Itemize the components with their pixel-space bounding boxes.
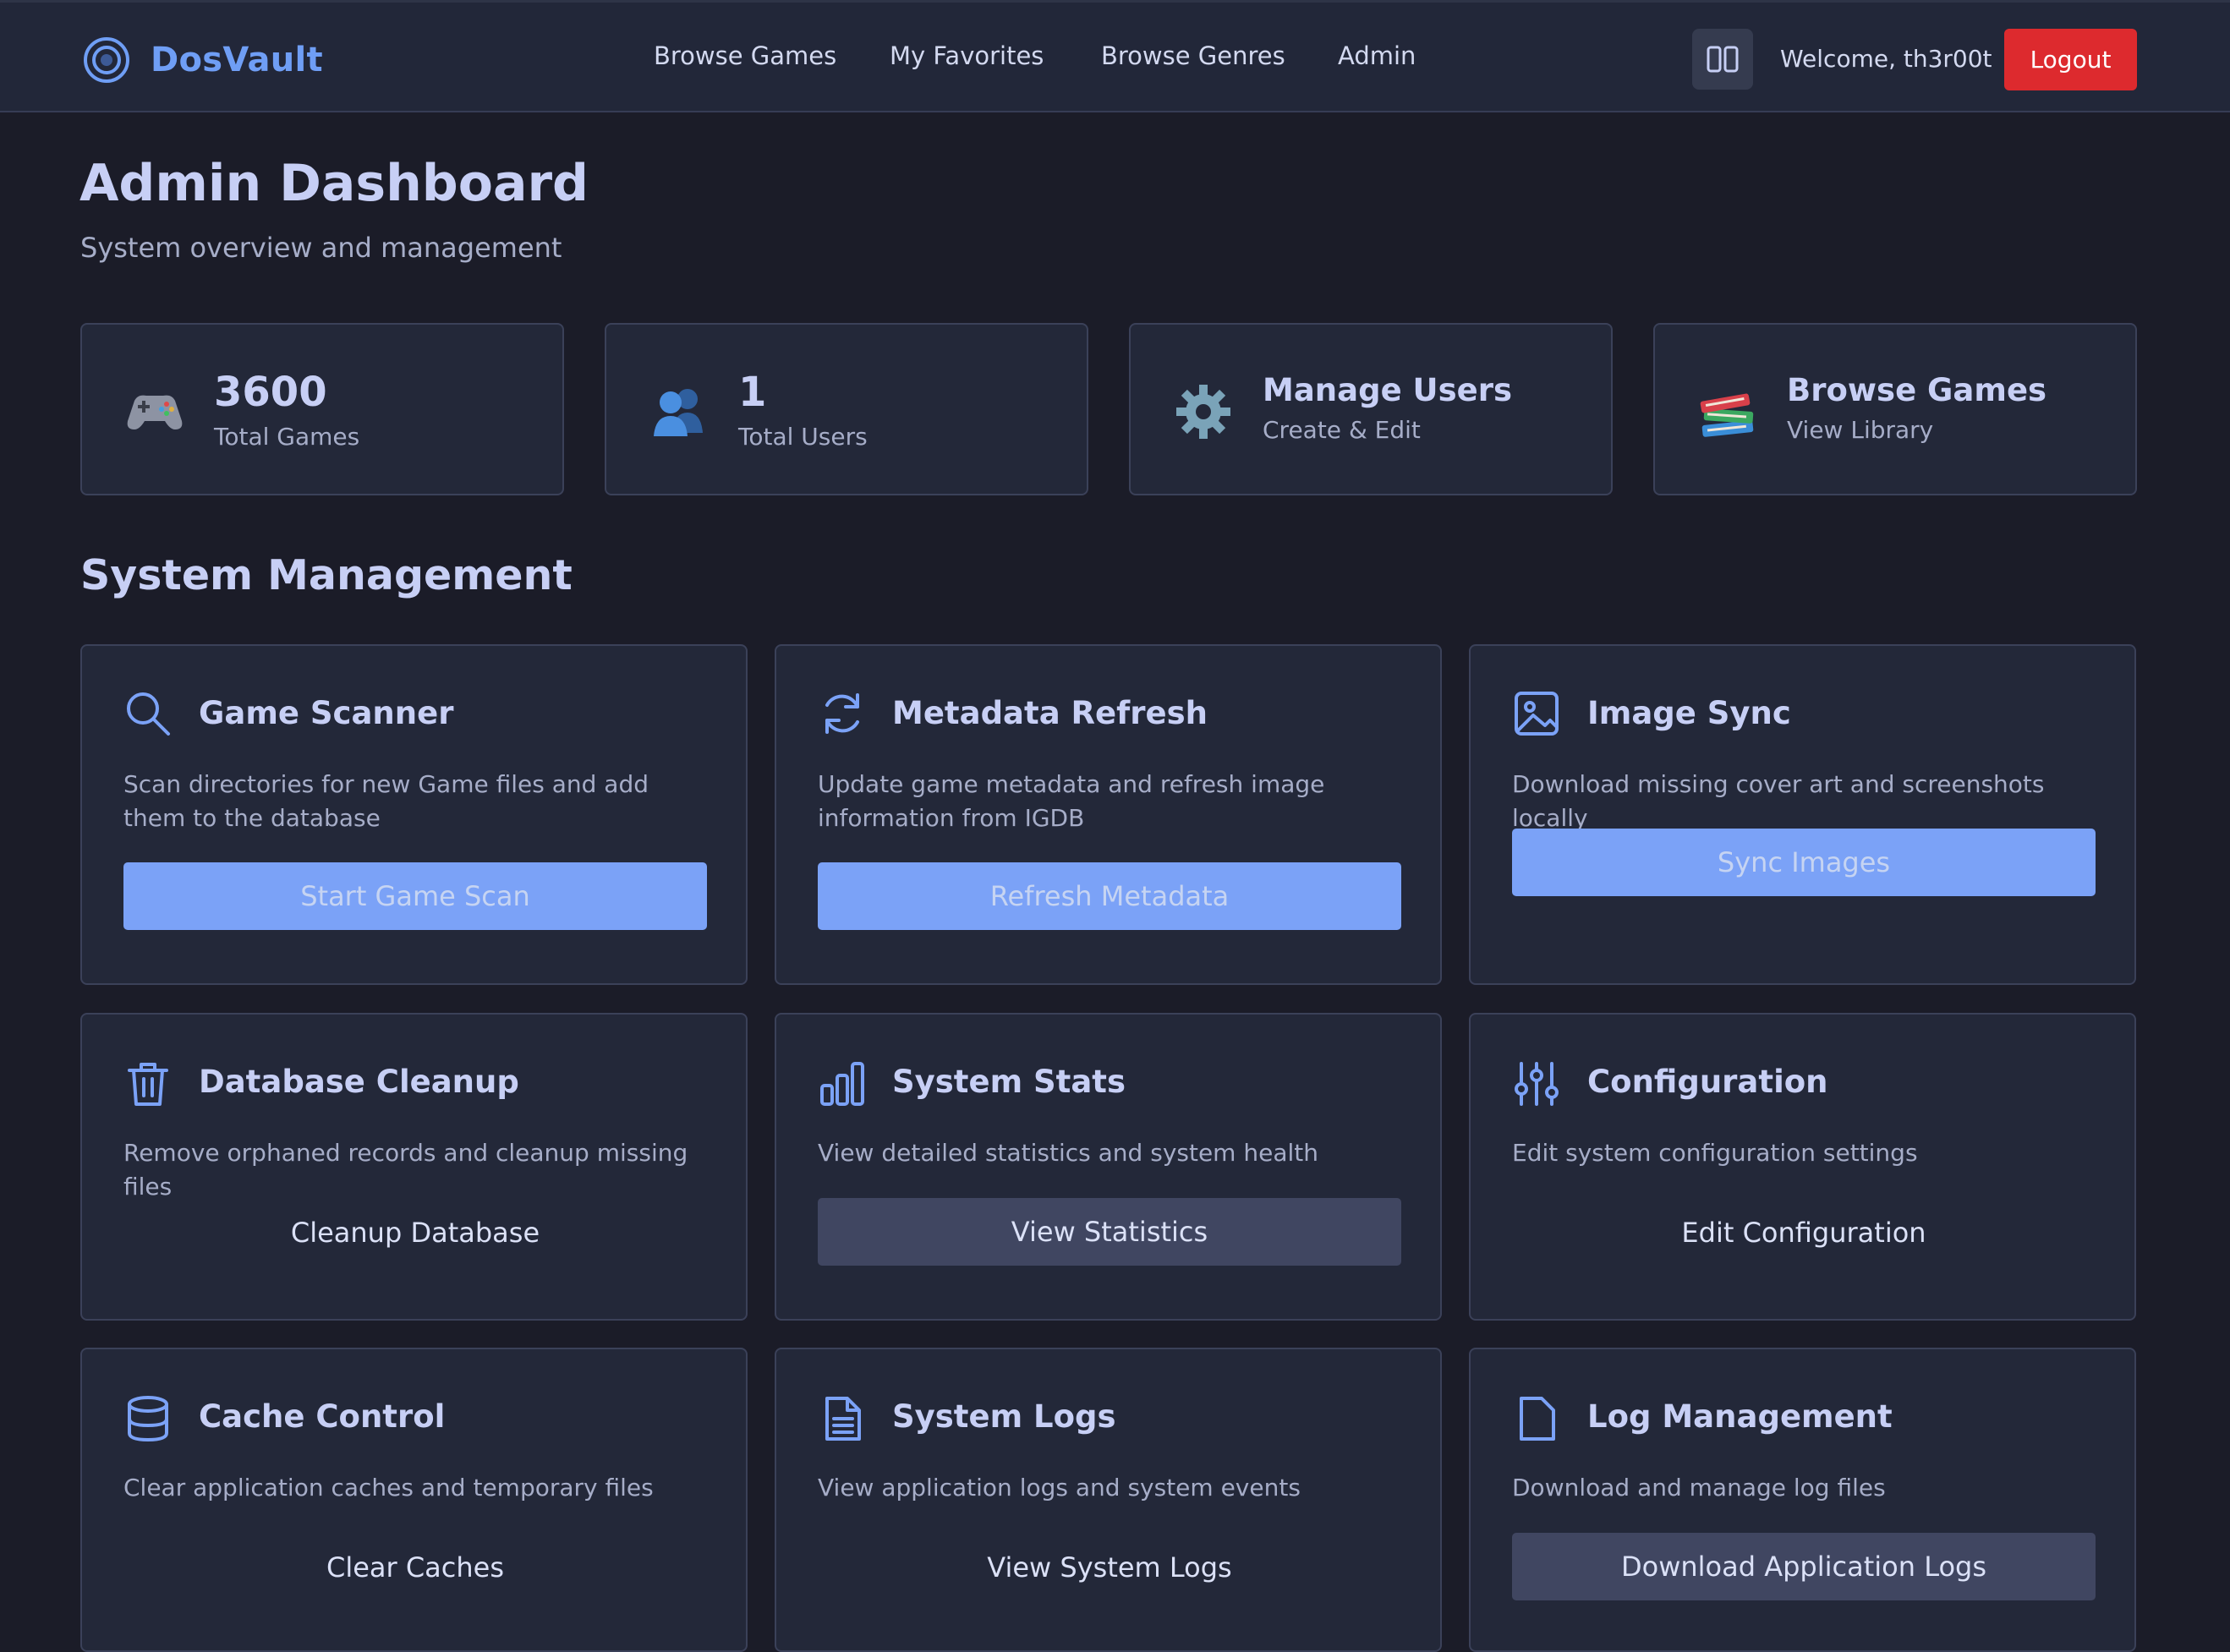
document-icon (825, 1397, 861, 1441)
refresh-metadata-button[interactable]: Refresh Metadata (818, 862, 1401, 930)
users-icon (654, 389, 703, 436)
card-title: Image Sync (1587, 695, 1791, 731)
logo-icon (84, 37, 129, 83)
card-description: View detailed statistics and system heal… (818, 1139, 1318, 1167)
theme-toggle-button[interactable] (1692, 29, 1753, 90)
download-application-logs-button[interactable]: Download Application Logs (1512, 1533, 2096, 1600)
card-title: Database Cleanup (199, 1064, 519, 1100)
card-title: System Logs (892, 1398, 1116, 1435)
stat-title: Browse Games (1787, 372, 2047, 408)
card-description: Edit system configuration settings (1512, 1139, 1918, 1167)
stat-card-browse-games[interactable]: Browse Games View Library (1653, 323, 2137, 495)
logout-button[interactable]: Logout (2004, 29, 2137, 90)
card-description: Clear application caches and temporary f… (123, 1474, 654, 1502)
bar-chart-icon (820, 1062, 864, 1106)
cleanup-database-button[interactable]: Cleanup Database (123, 1199, 707, 1266)
image-icon (1515, 692, 1559, 736)
gamepad-icon (127, 395, 183, 429)
nav-browse-games[interactable]: Browse Games (654, 41, 836, 70)
gear-icon (1176, 385, 1230, 439)
nav-admin[interactable]: Admin (1338, 41, 1416, 70)
view-system-logs-button[interactable]: View System Logs (818, 1534, 1401, 1601)
card-title: Cache Control (199, 1398, 446, 1435)
stat-card-total-users: 1 Total Users (605, 323, 1088, 495)
page-subtitle: System overview and management (80, 232, 562, 264)
card-system-logs: System Logs View application logs and sy… (775, 1348, 1442, 1652)
card-description: Download missing cover art and screensho… (1512, 770, 2045, 832)
card-description: Download and manage log files (1512, 1474, 1886, 1502)
card-configuration: Configuration Edit system configuration … (1469, 1013, 2136, 1321)
stat-value: 3600 (214, 369, 327, 416)
card-title: Log Management (1587, 1398, 1893, 1435)
start-game-scan-button[interactable]: Start Game Scan (123, 862, 707, 930)
clear-caches-button[interactable]: Clear Caches (123, 1534, 707, 1601)
columns-icon (1707, 46, 1739, 73)
card-database-cleanup: Database Cleanup Remove orphaned records… (80, 1013, 748, 1321)
stat-label: Total Games (214, 423, 360, 451)
top-navbar: DosVault Browse Games My Favorites Brows… (0, 0, 2230, 112)
refresh-icon (825, 693, 859, 734)
view-statistics-button[interactable]: View Statistics (818, 1198, 1401, 1266)
search-icon (127, 692, 170, 736)
welcome-text: Welcome, th3r00t (1780, 45, 1992, 73)
card-description: Remove orphaned records and cleanup miss… (123, 1139, 688, 1201)
card-title: Game Scanner (199, 695, 454, 731)
card-log-management: Log Management Download and manage log f… (1469, 1348, 2136, 1652)
file-icon (1520, 1397, 1555, 1441)
nav-browse-genres[interactable]: Browse Genres (1101, 41, 1285, 70)
brand-link[interactable]: DosVault (81, 35, 323, 85)
sync-images-button[interactable]: Sync Images (1512, 829, 2096, 896)
stat-label: Total Users (738, 423, 868, 451)
card-metadata-refresh: Metadata Refresh Update game metadata an… (775, 644, 1442, 985)
card-title: Configuration (1587, 1064, 1828, 1100)
card-description: Scan directories for new Game files and … (123, 770, 649, 832)
books-icon (1700, 393, 1754, 437)
card-title: System Stats (892, 1064, 1126, 1100)
brand-name: DosVault (151, 41, 323, 79)
stat-label: Create & Edit (1263, 416, 1421, 444)
card-cache-control: Cache Control Clear application caches a… (80, 1348, 748, 1652)
stat-label: View Library (1787, 416, 1934, 444)
page-title: Admin Dashboard (79, 154, 589, 213)
card-image-sync: Image Sync Download missing cover art an… (1469, 644, 2136, 985)
card-title: Metadata Refresh (892, 695, 1208, 731)
stat-card-total-games: 3600 Total Games (80, 323, 564, 495)
section-title: System Management (80, 551, 573, 599)
card-system-stats: System Stats View detailed statistics an… (775, 1013, 1442, 1321)
sliders-icon (1515, 1062, 1559, 1106)
trash-icon (128, 1063, 168, 1106)
stat-title: Manage Users (1263, 372, 1512, 408)
edit-configuration-button[interactable]: Edit Configuration (1512, 1199, 2096, 1266)
stat-card-manage-users[interactable]: Manage Users Create & Edit (1129, 323, 1613, 495)
stat-value: 1 (738, 369, 767, 416)
card-game-scanner: Game Scanner Scan directories for new Ga… (80, 644, 748, 985)
nav-my-favorites[interactable]: My Favorites (890, 41, 1044, 70)
card-description: View application logs and system events (818, 1474, 1301, 1502)
card-description: Update game metadata and refresh image i… (818, 770, 1325, 832)
database-icon (128, 1396, 168, 1442)
